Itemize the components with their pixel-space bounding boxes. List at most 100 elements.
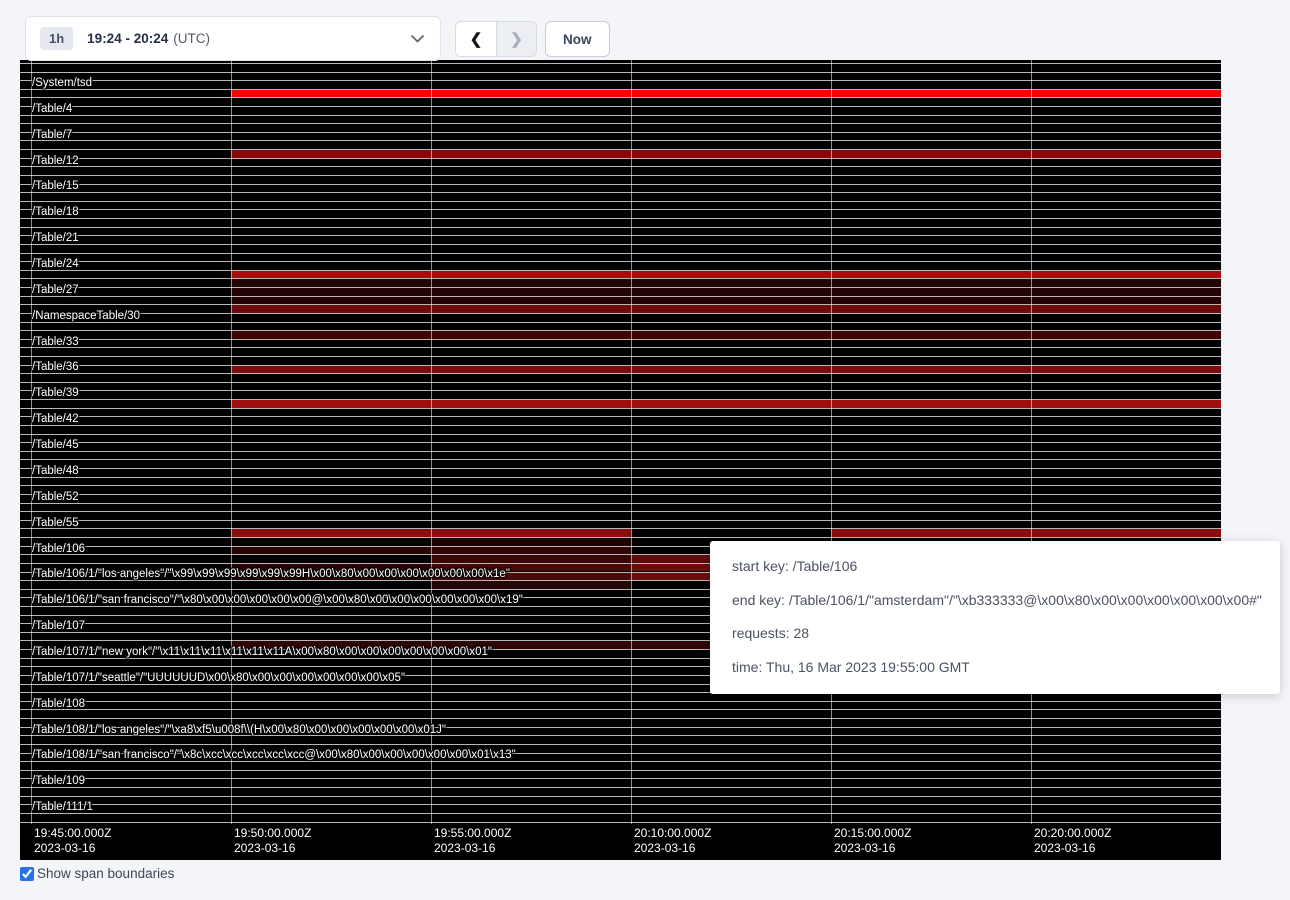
time-boundary-vline: [1031, 60, 1032, 824]
axis-tick-label: 20:10:00.000Z2023-03-16: [634, 826, 711, 855]
show-span-boundaries-checkbox[interactable]: [20, 867, 34, 881]
heat-band-segment[interactable]: [431, 538, 631, 546]
row-key-label: /Table/106/1/"los angeles"/"\x99\x99\x99…: [32, 568, 510, 580]
axis-tick-label: 20:15:00.000Z2023-03-16: [834, 826, 911, 855]
row-key-label: /Table/106: [32, 543, 85, 555]
span-boundary-hline: [20, 244, 1221, 245]
next-range-button[interactable]: ❯: [496, 22, 536, 56]
heat-band-segment[interactable]: [231, 90, 1221, 98]
row-key-label: /Table/36: [32, 361, 79, 373]
span-boundary-hline: [20, 115, 1221, 116]
axis-tick-time: 20:15:00.000Z: [834, 826, 911, 841]
span-boundary-hline: [20, 494, 1221, 495]
span-boundary-hline: [20, 72, 1221, 73]
row-key-label: /Table/7: [32, 129, 72, 141]
heat-band-segment[interactable]: [231, 271, 1221, 279]
span-boundary-hline: [20, 201, 1221, 202]
row-key-label: /Table/15: [32, 180, 79, 192]
row-key-label: /System/tsd: [32, 77, 92, 89]
row-key-label: /Table/106/1/"san francisco"/"\x80\x00\x…: [32, 594, 523, 606]
span-boundary-hline: [20, 822, 1221, 823]
time-preset-badge: 1h: [40, 27, 73, 50]
heat-band-segment[interactable]: [431, 547, 631, 555]
heat-band-segment[interactable]: [231, 150, 1221, 158]
span-boundary-hline: [20, 218, 1221, 219]
time-range-label: 19:24 - 20:24: [87, 31, 168, 46]
span-boundary-hline: [20, 97, 1221, 98]
span-boundary-hline: [20, 796, 1221, 797]
time-boundary-vline: [631, 60, 632, 824]
span-boundary-hline: [20, 520, 1221, 521]
row-key-label: /Table/107/1/"new york"/"\x11\x11\x11\x1…: [32, 646, 492, 658]
axis-tick-label: 19:50:00.000Z2023-03-16: [234, 826, 311, 855]
span-boundary-hline: [20, 140, 1221, 141]
heat-band-segment[interactable]: [431, 555, 631, 563]
heat-band-segment[interactable]: [231, 547, 431, 555]
heat-band-segment[interactable]: [231, 331, 1221, 339]
row-key-label: /Table/42: [32, 413, 79, 425]
span-boundary-hline: [20, 322, 1221, 323]
timezone-label: (UTC): [173, 31, 210, 46]
span-boundary-hline: [20, 313, 1221, 314]
span-boundary-hline: [20, 253, 1221, 254]
span-boundary-hline: [20, 468, 1221, 469]
span-boundary-hline: [20, 158, 1221, 159]
span-boundary-hline: [20, 416, 1221, 417]
axis-tick-time: 19:55:00.000Z: [434, 826, 511, 841]
span-boundary-hline: [20, 709, 1221, 710]
show-span-boundaries-control[interactable]: Show span boundaries: [20, 866, 174, 881]
key-visualizer-canvas[interactable]: /System/tsd/Table/4/Table/7/Table/12/Tab…: [20, 60, 1221, 860]
row-key-label: /Table/12: [32, 155, 79, 167]
prev-range-button[interactable]: ❮: [456, 22, 496, 56]
time-boundary-vline: [831, 60, 832, 824]
row-key-label: /Table/24: [32, 258, 79, 270]
tooltip-line: requests: 28: [732, 617, 1266, 651]
row-key-label: /Table/108: [32, 698, 85, 710]
row-key-label: /Table/107/1/"seattle"/"UUUUUUD\x00\x80\…: [32, 672, 405, 684]
heat-band-segment[interactable]: [231, 400, 1221, 408]
axis-tick-date: 2023-03-16: [834, 841, 911, 856]
tooltip-line: time: Thu, 16 Mar 2023 19:55:00 GMT: [732, 651, 1266, 685]
span-boundary-hline: [20, 804, 1221, 805]
row-key-label: /Table/45: [32, 439, 79, 451]
span-boundary-hline: [20, 787, 1221, 788]
now-button[interactable]: Now: [545, 21, 610, 57]
tooltip-line: start key: /Table/106: [732, 550, 1266, 584]
axis-tick-time: 19:50:00.000Z: [234, 826, 311, 841]
span-boundary-hline: [20, 63, 1221, 64]
heat-band-segment[interactable]: [231, 297, 1221, 305]
row-key-label: /Table/107: [32, 620, 85, 632]
row-key-label: /Table/33: [32, 336, 79, 348]
span-boundary-hline: [20, 347, 1221, 348]
time-boundary-vline: [231, 60, 232, 824]
span-boundary-hline: [20, 813, 1221, 814]
span-boundary-hline: [20, 339, 1221, 340]
heat-band-segment[interactable]: [231, 366, 1221, 374]
axis-tick-date: 2023-03-16: [634, 841, 711, 856]
row-key-label: /NamespaceTable/30: [32, 310, 140, 322]
row-key-label: /Table/111/1: [32, 801, 93, 813]
span-boundary-hline: [20, 106, 1221, 107]
axis-tick-label: 20:20:00.000Z2023-03-16: [1034, 826, 1111, 855]
heat-band-segment[interactable]: [231, 305, 1221, 313]
heat-band-segment[interactable]: [431, 581, 631, 589]
key-visualizer-page: 1h 19:24 - 20:24 (UTC) ❮ ❯ Now /System/t…: [0, 0, 1290, 900]
chevron-right-icon: ❯: [510, 30, 523, 48]
axis-tick-date: 2023-03-16: [234, 841, 311, 856]
span-boundary-hline: [20, 442, 1221, 443]
row-key-label: /Table/39: [32, 387, 79, 399]
cell-tooltip: start key: /Table/106end key: /Table/106…: [710, 541, 1280, 694]
span-boundary-hline: [20, 382, 1221, 383]
time-range-picker[interactable]: 1h 19:24 - 20:24 (UTC): [25, 16, 441, 61]
axis-tick-date: 2023-03-16: [34, 841, 111, 856]
axis-tick-label: 19:45:00.000Z2023-03-16: [34, 826, 111, 855]
span-boundary-hline: [20, 192, 1221, 193]
span-boundary-hline: [20, 80, 1221, 81]
span-boundary-hline: [20, 434, 1221, 435]
heat-band-segment[interactable]: [231, 279, 1221, 287]
span-boundary-hline: [20, 511, 1221, 512]
heat-band-segment[interactable]: [231, 288, 1221, 296]
heat-band-segment[interactable]: [831, 529, 1221, 537]
axis-tick-time: 19:45:00.000Z: [34, 826, 111, 841]
span-boundary-hline: [20, 390, 1221, 391]
